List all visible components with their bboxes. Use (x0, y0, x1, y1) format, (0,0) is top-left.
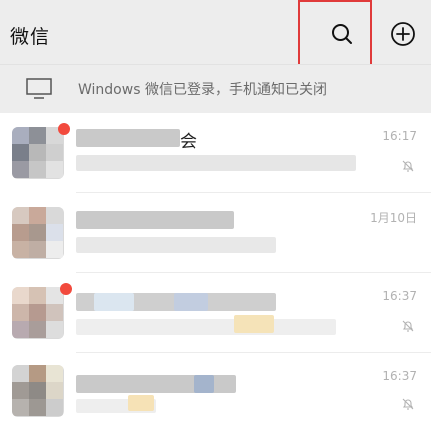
mute-bell-icon (402, 398, 414, 410)
chat-name-blurred-part (194, 375, 214, 393)
desktop-login-notice[interactable]: Windows 微信已登录，手机通知已关闭 (0, 64, 431, 113)
mute-bell-icon (402, 320, 414, 332)
chat-name-blurred (76, 129, 180, 147)
page-title: 微信 (10, 26, 51, 48)
chat-time: 16:37 (382, 289, 417, 303)
chat-preview-blurred-part (234, 315, 274, 333)
unread-badge (58, 123, 70, 135)
chat-row[interactable]: 16:37 (0, 353, 431, 421)
monitor-icon (26, 78, 52, 99)
search-highlight-box (298, 0, 372, 72)
chat-row[interactable]: 会 16:17 (0, 113, 431, 193)
chat-preview-blurred-part (128, 395, 154, 411)
chat-name-blurred (76, 211, 234, 229)
avatar (12, 127, 64, 179)
add-button[interactable] (383, 14, 423, 54)
avatar (12, 287, 64, 339)
chat-name-blurred-part (174, 293, 208, 311)
chat-preview-blurred (76, 319, 336, 335)
chat-name: 会 (180, 132, 197, 152)
avatar (12, 207, 64, 259)
chat-row[interactable]: 16:37 (0, 273, 431, 353)
unread-badge (60, 283, 72, 295)
notice-text: Windows 微信已登录，手机通知已关闭 (78, 82, 327, 98)
chat-time: 1月10日 (370, 211, 417, 225)
avatar (12, 365, 64, 417)
chat-time: 16:17 (382, 129, 417, 143)
plus-circle-icon (391, 22, 415, 46)
chat-preview-blurred (76, 155, 356, 171)
chat-name-blurred-part (94, 293, 134, 311)
chat-time: 16:37 (382, 369, 417, 383)
chat-preview-blurred (76, 237, 276, 253)
mute-bell-icon (402, 160, 414, 172)
chat-row[interactable]: ṁ 1月10日 (0, 193, 431, 273)
